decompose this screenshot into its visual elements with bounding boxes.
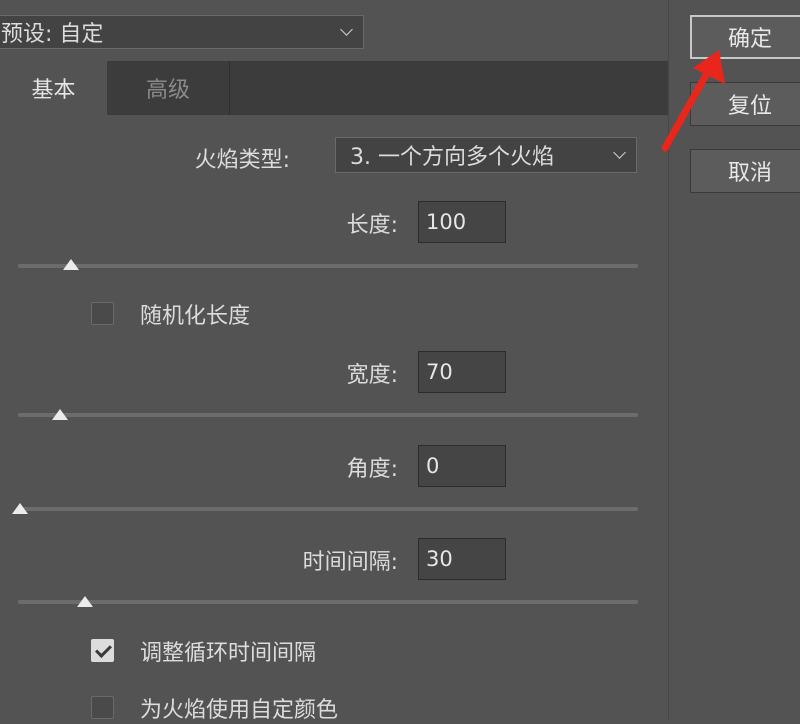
length-slider-thumb[interactable] [62, 259, 79, 270]
angle-input[interactable]: 0 [418, 445, 506, 487]
length-input[interactable]: 100 [418, 201, 506, 243]
width-slider-track[interactable] [18, 413, 638, 417]
length-label: 长度: [346, 213, 398, 238]
angle-slider-thumb[interactable] [12, 503, 28, 514]
width-input[interactable]: 70 [418, 351, 506, 393]
interval-label: 时间间隔: [302, 550, 398, 575]
chevron-down-icon [340, 23, 353, 36]
interval-slider-thumb[interactable] [76, 596, 93, 607]
interval-slider-track[interactable] [18, 600, 638, 604]
preset-value: 预设: 自定 [1, 22, 104, 47]
custom-flame-color-checkbox[interactable] [91, 696, 114, 719]
angle-label: 角度: [346, 457, 398, 482]
chevron-down-icon [613, 146, 626, 159]
custom-flame-color-label: 为火焰使用自定颜色 [140, 698, 339, 723]
randomize-length-checkbox[interactable] [91, 302, 114, 325]
flame-type-dropdown[interactable]: 3. 一个方向多个火焰 [335, 137, 637, 173]
adjust-loop-interval-checkbox[interactable] [91, 639, 114, 662]
width-slider-thumb[interactable] [52, 409, 69, 420]
tab-advanced[interactable]: 高级 [107, 61, 230, 115]
flame-type-label: 火焰类型: [194, 148, 290, 173]
tab-bar: 基本 高级 [0, 61, 668, 115]
length-slider-track[interactable] [18, 264, 638, 268]
tab-basic[interactable]: 基本 [0, 61, 107, 115]
preset-dropdown[interactable]: 预设: 自定 [0, 15, 364, 49]
width-label: 宽度: [346, 363, 398, 388]
annotation-arrow-icon [661, 50, 725, 152]
adjust-loop-interval-label: 调整循环时间间隔 [140, 641, 317, 666]
angle-slider-track[interactable] [18, 507, 638, 511]
interval-input[interactable]: 30 [418, 538, 506, 580]
flame-type-value: 3. 一个方向多个火焰 [350, 145, 554, 170]
randomize-length-label: 随机化长度 [140, 304, 251, 329]
